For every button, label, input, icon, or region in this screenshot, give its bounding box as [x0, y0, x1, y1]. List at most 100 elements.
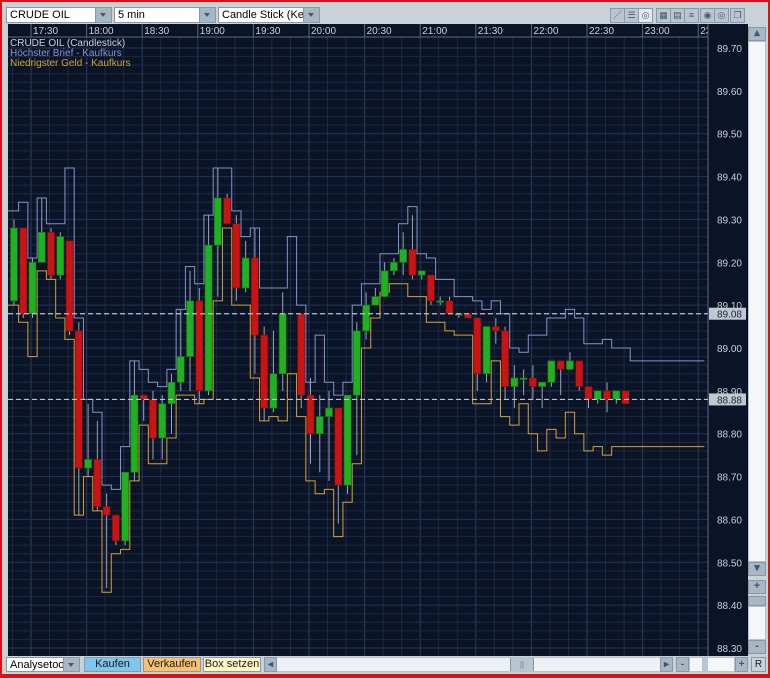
candle-up[interactable]: [204, 244, 213, 392]
candle-down[interactable]: [445, 300, 454, 315]
candle-up[interactable]: [325, 407, 333, 417]
candle-down[interactable]: [251, 257, 259, 336]
candle-up[interactable]: [612, 390, 621, 400]
candle-down[interactable]: [19, 227, 28, 315]
scroll-down-button[interactable]: ▾: [748, 562, 766, 576]
candle-up[interactable]: [343, 394, 352, 486]
candle-up[interactable]: [315, 416, 324, 435]
candle-up[interactable]: [121, 471, 129, 542]
candle-down[interactable]: [464, 313, 472, 319]
candle-down[interactable]: [232, 223, 241, 289]
sell-button[interactable]: Verkaufen: [143, 657, 201, 672]
candle-up[interactable]: [353, 330, 361, 396]
candle-down[interactable]: [492, 326, 500, 332]
horizontal-line-icon[interactable]: ☰: [624, 8, 639, 23]
horizontal-scrollbar[interactable]: ◂ || ▸: [264, 657, 673, 672]
candle-up[interactable]: [362, 304, 370, 332]
candle-up[interactable]: [390, 261, 398, 272]
scroll-right-button[interactable]: ▸: [660, 657, 673, 672]
candle-down[interactable]: [575, 360, 584, 387]
candle-down[interactable]: [93, 459, 102, 507]
chevron-down-icon[interactable]: [303, 8, 319, 22]
candle-up[interactable]: [241, 257, 250, 289]
candle-up[interactable]: [167, 381, 176, 405]
candle-up[interactable]: [278, 313, 287, 375]
candle-up[interactable]: [380, 270, 389, 297]
list-lines-icon[interactable]: ≡: [684, 8, 699, 23]
candle-down[interactable]: [556, 360, 565, 370]
pencil-icon[interactable]: ／: [610, 8, 625, 23]
zoom-out-icon[interactable]: ◎: [714, 8, 729, 23]
candle-down[interactable]: [47, 231, 55, 276]
eraser-icon[interactable]: ◎: [638, 8, 653, 23]
candle-up[interactable]: [28, 261, 37, 315]
zoom-in-button[interactable]: +: [735, 657, 748, 672]
zoom-out-vertical-button[interactable]: -: [748, 640, 766, 654]
chart-type-select[interactable]: Candle Stick (Kerzer: [218, 7, 320, 23]
candle-down[interactable]: [297, 313, 306, 396]
candle-up[interactable]: [547, 360, 556, 383]
candlestick-chart[interactable]: 17:30 18:00 18:30 19:00 19:30 20:00 20:30 21:00…: [8, 24, 748, 656]
candle-up[interactable]: [158, 403, 167, 439]
instrument-select[interactable]: CRUDE OIL: [6, 7, 112, 23]
scroll-track[interactable]: [748, 41, 766, 562]
reset-button[interactable]: R: [751, 657, 766, 672]
candle-up[interactable]: [130, 394, 139, 473]
scroll-up-button[interactable]: ▴: [748, 27, 766, 41]
candle-down[interactable]: [584, 386, 593, 400]
grid-dense-icon[interactable]: ▤: [670, 8, 685, 23]
chevron-down-icon[interactable]: [63, 658, 79, 671]
chevron-down-icon[interactable]: [199, 8, 215, 22]
candle-up[interactable]: [269, 373, 278, 409]
candle-down[interactable]: [149, 399, 157, 439]
candle-down[interactable]: [195, 300, 204, 392]
candle-up[interactable]: [56, 236, 65, 276]
zoom-slider[interactable]: [689, 657, 735, 672]
candle-up[interactable]: [37, 231, 46, 263]
zoom-slider-thumb[interactable]: [702, 658, 708, 671]
candle-up[interactable]: [593, 390, 602, 400]
set-box-button[interactable]: Box setzen: [203, 657, 261, 672]
candle-down[interactable]: [427, 274, 435, 302]
candle-up[interactable]: [10, 227, 18, 302]
vertical-scrollbar[interactable]: ▴ ▾ + -: [748, 27, 766, 657]
candle-down[interactable]: [102, 506, 111, 516]
buy-button[interactable]: Kaufen: [84, 657, 141, 672]
candle-up[interactable]: [417, 270, 426, 276]
candle-up[interactable]: [214, 197, 222, 246]
vertical-zoom-track[interactable]: [748, 606, 766, 640]
candle-down[interactable]: [139, 394, 148, 400]
candle-up[interactable]: [186, 300, 194, 357]
interval-select[interactable]: 5 min: [114, 7, 216, 23]
candle-down[interactable]: [529, 377, 537, 387]
candle-down[interactable]: [603, 390, 611, 400]
chevron-down-icon[interactable]: [95, 8, 111, 22]
candle-down[interactable]: [260, 334, 268, 409]
analysis-tool-select[interactable]: Analysetool: [6, 657, 80, 672]
candle-up[interactable]: [538, 381, 546, 387]
zoom-out-button[interactable]: -: [676, 657, 689, 672]
candle-down[interactable]: [473, 317, 482, 375]
candle-down[interactable]: [306, 394, 315, 435]
grid-icon[interactable]: ▦: [656, 8, 671, 23]
candle-down[interactable]: [65, 240, 74, 332]
candle-down[interactable]: [408, 249, 417, 276]
scroll-thumb[interactable]: ||: [510, 658, 534, 671]
candle-up[interactable]: [519, 377, 528, 380]
candle-up[interactable]: [176, 356, 185, 383]
candle-up[interactable]: [371, 296, 380, 306]
candle-down[interactable]: [112, 514, 120, 542]
candle-up[interactable]: [84, 459, 92, 469]
candle-down[interactable]: [621, 390, 630, 405]
candle-up[interactable]: [482, 326, 491, 375]
candle-down[interactable]: [223, 197, 231, 225]
candle-down[interactable]: [334, 407, 343, 486]
candle-up[interactable]: [436, 300, 445, 303]
vertical-zoom-thumb[interactable]: [748, 596, 766, 606]
zoom-in-icon[interactable]: ◉: [700, 8, 715, 23]
detach-window-icon[interactable]: ❐: [730, 8, 745, 23]
candle-down[interactable]: [501, 330, 509, 387]
candle-up[interactable]: [566, 360, 574, 370]
candle-up[interactable]: [399, 249, 407, 263]
scroll-left-button[interactable]: ◂: [264, 657, 277, 672]
